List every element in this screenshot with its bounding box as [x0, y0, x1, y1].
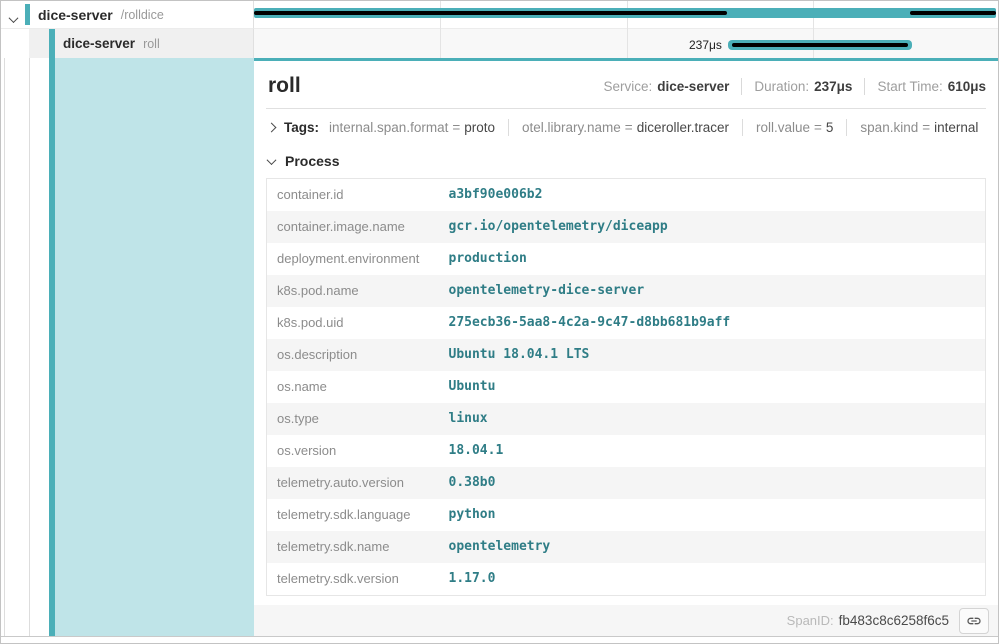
collapse-chevron-icon[interactable]: [10, 10, 17, 28]
indent-guide: [29, 58, 30, 636]
span-row-rolldice[interactable]: dice-server /rolldice: [1, 1, 998, 29]
tag-item: internal.span.format=proto: [329, 120, 495, 135]
table-row: container.ida3bf90e006b2: [267, 179, 986, 212]
table-row: telemetry.sdk.languagepython: [267, 499, 986, 531]
meta-duration: Duration: 237μs: [741, 78, 852, 95]
table-row: os.descriptionUbuntu 18.04.1 LTS: [267, 339, 986, 371]
span-meta: Service: dice-server Duration: 237μs Sta…: [604, 78, 986, 95]
trace-timeline-view: dice-server /rolldice dice-server roll 2…: [0, 0, 999, 644]
spanid-label: SpanID:: [787, 613, 834, 628]
tag-item: span.kind=internal: [846, 119, 978, 136]
table-row: os.version18.04.1: [267, 435, 986, 467]
table-row: os.nameUbuntu: [267, 371, 986, 403]
chevron-right-icon: [267, 123, 277, 133]
span-name-cell[interactable]: dice-server roll: [1, 29, 254, 58]
service-name: dice-server: [38, 7, 113, 23]
tags-label: Tags:: [284, 120, 319, 135]
operation-name: roll: [143, 37, 160, 51]
child-span-bar[interactable]: 237μs: [728, 40, 912, 50]
indent-guide: [4, 58, 5, 636]
span-rows: dice-server /rolldice dice-server roll 2…: [1, 1, 998, 58]
span-bar-core: [254, 11, 727, 15]
deep-link-button[interactable]: [959, 608, 989, 634]
service-name: dice-server: [63, 36, 135, 51]
meta-start-time: Start Time: 610μs: [864, 78, 986, 95]
span-color-bar: [25, 4, 30, 25]
span-detail-header: roll Service: dice-server Duration: 237μ…: [266, 61, 986, 98]
span-detail-footer: SpanID: fb483c8c6258f6c5: [254, 605, 998, 636]
span-bar-core: [910, 11, 996, 15]
table-row: telemetry.sdk.nameopentelemetry: [267, 531, 986, 563]
table-row: deployment.environmentproduction: [267, 243, 986, 275]
span-name-cell[interactable]: dice-server /rolldice: [1, 1, 254, 29]
selected-span-highlight: [55, 58, 254, 636]
chevron-down-icon: [267, 155, 277, 165]
tag-item: otel.library.name=diceroller.tracer: [508, 119, 729, 136]
operation-name: /rolldice: [121, 8, 164, 22]
spanid-value: fb483c8c6258f6c5: [839, 613, 949, 628]
table-row: container.image.namegcr.io/opentelemetry…: [267, 211, 986, 243]
span-detail-panel: roll Service: dice-server Duration: 237μ…: [254, 58, 998, 636]
span-detail-row: roll Service: dice-server Duration: 237μ…: [1, 58, 998, 637]
span-row-roll[interactable]: dice-server roll 237μs: [1, 29, 998, 58]
table-row: telemetry.auto.version0.38b0: [267, 467, 986, 499]
bottom-margin: [1, 637, 998, 642]
span-operation-title: roll: [266, 74, 301, 98]
span-timeline-cell[interactable]: [254, 1, 998, 29]
span-duration-label: 237μs: [689, 38, 722, 52]
process-label: Process: [285, 153, 339, 169]
meta-service: Service: dice-server: [604, 79, 730, 94]
span-color-bar: [49, 29, 55, 58]
table-row: k8s.pod.uid275ecb36-5aa8-4c2a-9c47-d8bb6…: [267, 307, 986, 339]
root-span-bar[interactable]: [254, 8, 996, 18]
link-icon: [966, 613, 982, 629]
tag-item: roll.value=5: [742, 119, 833, 136]
span-timeline-cell[interactable]: 237μs: [254, 29, 998, 58]
table-row: k8s.pod.nameopentelemetry-dice-server: [267, 275, 986, 307]
span-detail-left-rail: [1, 58, 254, 636]
span-bar-core: [732, 43, 908, 47]
table-row: telemetry.sdk.version1.17.0: [267, 563, 986, 596]
table-row: os.typelinux: [267, 403, 986, 435]
span-color-bar: [49, 58, 55, 636]
tags-accordion[interactable]: Tags: internal.span.format=proto otel.li…: [266, 109, 986, 145]
process-accordion[interactable]: Process: [266, 145, 986, 178]
process-key-value-table: container.ida3bf90e006b2 container.image…: [266, 178, 986, 596]
